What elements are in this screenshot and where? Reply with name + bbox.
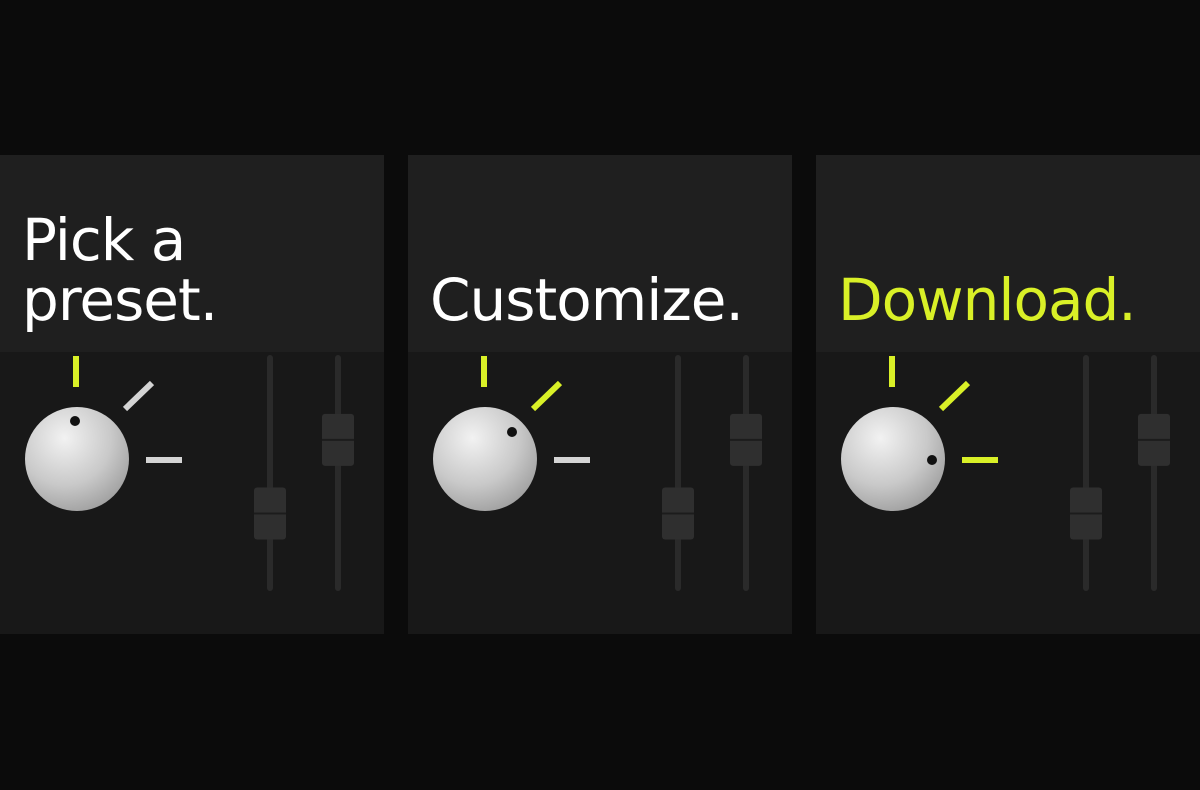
knob-indicator-dot — [507, 427, 517, 437]
title-line: preset. — [22, 266, 218, 334]
step-card-customize: Customize. — [408, 155, 792, 634]
card-header: Download. — [816, 155, 1200, 352]
title-line: Download. — [838, 266, 1137, 334]
controls-panel — [408, 352, 792, 634]
knob-tick — [122, 380, 155, 412]
step-title: Download. — [838, 266, 1137, 334]
fader-track — [267, 355, 273, 591]
step-title: Pick a preset. — [22, 206, 218, 334]
title-line: Customize. — [430, 266, 744, 334]
fader[interactable] — [1070, 355, 1102, 591]
fader[interactable] — [322, 355, 354, 591]
controls-panel — [0, 352, 384, 634]
fader[interactable] — [1138, 355, 1170, 591]
knob-indicator-dot — [927, 455, 937, 465]
controls-graphic — [25, 355, 354, 591]
fader-track — [1083, 355, 1089, 591]
controls-panel — [816, 352, 1200, 634]
fader[interactable] — [730, 355, 762, 591]
knob-indicator-dot — [70, 416, 80, 426]
fader-track — [1151, 355, 1157, 591]
knob-tick — [938, 380, 971, 412]
fader-track — [743, 355, 749, 591]
step-card-pick-preset: Pick a preset. — [0, 155, 384, 634]
step-title: Customize. — [430, 266, 744, 334]
rotary-knob-icon[interactable] — [433, 407, 537, 511]
controls-graphic — [841, 355, 1170, 591]
step-card-download: Download. — [816, 155, 1200, 634]
stage: Pick a preset. Customize. Download. — [0, 0, 1200, 790]
knob-tick — [530, 380, 563, 412]
fader[interactable] — [662, 355, 694, 591]
title-line: Pick a — [22, 206, 186, 274]
fader[interactable] — [254, 355, 286, 591]
fader-track — [335, 355, 341, 591]
card-header: Pick a preset. — [0, 155, 384, 352]
fader-track — [675, 355, 681, 591]
card-header: Customize. — [408, 155, 792, 352]
controls-graphic — [433, 355, 762, 591]
